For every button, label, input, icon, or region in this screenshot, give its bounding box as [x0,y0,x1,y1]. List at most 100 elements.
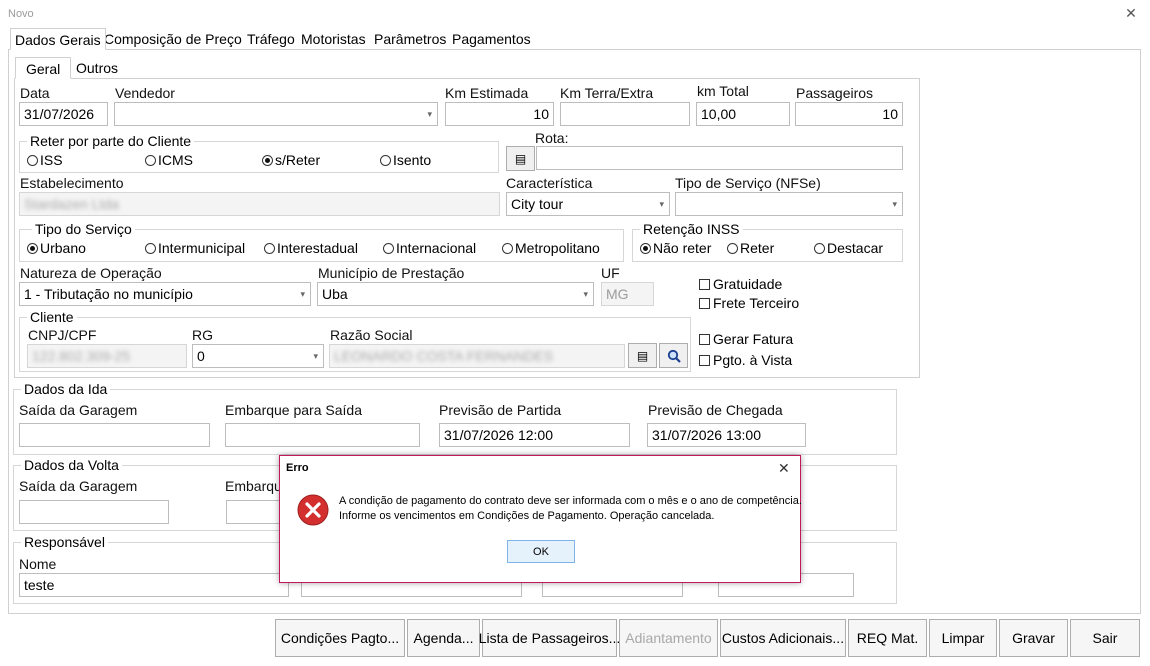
cnpj-field[interactable]: 122.802.309-25 [27,344,187,368]
volta-embarque-field[interactable] [226,500,286,524]
chevron-down-icon[interactable]: ▾ [892,193,897,215]
ida-embarque-field[interactable] [225,423,420,447]
ida-title: Dados da Ida [21,381,111,397]
ok-button[interactable]: OK [507,540,575,563]
ida-embarque-label: Embarque para Saída [225,402,362,418]
estabelecimento-value: Stardazen Ltda [24,196,119,212]
check-gerar-fatura[interactable]: Gerar Fatura [699,331,793,347]
gravar-button[interactable]: Gravar [999,619,1068,657]
passageiros-field[interactable]: 10 [795,102,903,126]
chevron-down-icon[interactable]: ▾ [583,283,588,305]
radio-s-reter[interactable]: s/Reter [262,152,320,168]
tab-motoristas[interactable]: Motoristas [297,28,370,50]
estabelecimento-label: Estabelecimento [20,175,124,191]
retencao-inss-title: Retenção INSS [640,221,743,237]
sair-button[interactable]: Sair [1070,619,1140,657]
caracteristica-label: Característica [506,175,593,191]
check-pgto-vista[interactable]: Pgto. à Vista [699,352,792,368]
list-icon: ▤ [514,151,527,166]
window-title: Novo [8,8,34,20]
cnpj-label: CNPJ/CPF [28,327,97,343]
rota-list-button[interactable]: ▤ [506,146,535,171]
radio-metropolitano[interactable]: Metropolitano [502,240,600,256]
radio-intermunicipal[interactable]: Intermunicipal [145,240,245,256]
estabelecimento-field[interactable]: Stardazen Ltda [19,192,500,216]
vendedor-label: Vendedor [115,85,175,101]
razao-value: LEONARDO COSTA FERNANDES [334,348,554,364]
razao-field[interactable]: LEONARDO COSTA FERNANDES [329,344,625,368]
close-icon[interactable]: ✕ [1124,5,1138,21]
natureza-value: 1 - Tributação no município [24,286,193,302]
volta-saida-field[interactable] [19,500,169,524]
km-total-field[interactable]: 10,00 [696,102,790,126]
tab-composicao-preco[interactable]: Composição de Preço [100,28,246,50]
ida-partida-label: Previsão de Partida [439,402,562,418]
responsavel-nome-field[interactable]: teste [19,573,289,597]
natureza-label: Natureza de Operação [20,265,162,281]
dialog-close-icon[interactable]: ✕ [778,460,790,477]
error-icon [297,494,329,526]
tab-parametros[interactable]: Parâmetros [370,28,450,50]
rota-field[interactable] [536,146,903,170]
custos-adicionais-button[interactable]: Custos Adicionais... [720,619,846,657]
cliente-search-button[interactable] [659,343,688,368]
municipio-label: Município de Prestação [318,265,465,281]
tab-outros[interactable]: Outros [72,57,122,79]
vendedor-combo[interactable]: ▾ [114,102,438,126]
tab-trafego[interactable]: Tráfego [243,28,299,50]
uf-label: UF [601,265,620,281]
radio-reter[interactable]: Reter [727,240,774,256]
ida-chegada-field[interactable]: 31/07/2026 13:00 [647,423,806,447]
tab-geral[interactable]: Geral [15,57,72,79]
ida-chegada-label: Previsão de Chegada [648,402,783,418]
km-estimada-field[interactable]: 10 [445,102,554,126]
km-terra-label: Km Terra/Extra [560,85,654,101]
uf-field[interactable]: MG [601,282,654,306]
adiantamento-button[interactable]: Adiantamento [619,619,718,657]
data-field[interactable]: 31/07/2026 [19,102,108,126]
chevron-down-icon[interactable]: ▾ [427,103,432,125]
rg-label: RG [192,327,213,343]
km-terra-field[interactable] [560,102,690,126]
req-mat-button[interactable]: REQ Mat. [848,619,927,657]
radio-icms[interactable]: ICMS [145,152,193,168]
radio-nao-reter[interactable]: Não reter [640,240,711,256]
ida-partida-field[interactable]: 31/07/2026 12:00 [439,423,630,447]
tipo-servico-title: Tipo do Serviço [32,221,135,237]
lista-passageiros-button[interactable]: Lista de Passageiros... [479,619,620,657]
chevron-down-icon[interactable]: ▾ [300,283,305,305]
caracteristica-combo[interactable]: City tour ▾ [506,192,670,216]
responsavel-title: Responsável [21,534,108,550]
radio-internacional[interactable]: Internacional [383,240,476,256]
error-dialog: Erro ✕ A condição de pagamento do contra… [279,455,802,583]
limpar-button[interactable]: Limpar [929,619,997,657]
ida-saida-label: Saída da Garagem [19,402,138,418]
rg-combo[interactable]: 0 ▾ [192,344,324,368]
agenda-button[interactable]: Agenda... [407,619,480,657]
natureza-combo[interactable]: 1 - Tributação no município ▾ [19,282,311,306]
radio-destacar[interactable]: Destacar [814,240,883,256]
volta-saida-label: Saída da Garagem [19,478,138,494]
check-frete-terceiro[interactable]: Frete Terceiro [699,295,799,311]
radio-urbano[interactable]: Urbano [27,240,86,256]
condicoes-pagto-button[interactable]: Condições Pagto... [275,619,405,657]
rg-value: 0 [197,348,205,364]
cliente-list-button[interactable]: ▤ [628,343,657,368]
dialog-message-line2: Informe os vencimentos em Condições de P… [339,510,715,522]
chevron-down-icon[interactable]: ▾ [313,345,318,367]
km-estimada-label: Km Estimada [445,85,529,101]
ida-saida-field[interactable] [19,423,210,447]
km-total-label: km Total [697,83,749,99]
radio-iss[interactable]: ISS [27,152,63,168]
razao-label: Razão Social [330,327,413,343]
check-gratuidade[interactable]: Gratuidade [699,276,782,292]
tipo-servico-nfse-combo[interactable]: ▾ [675,192,903,216]
data-label: Data [20,85,50,101]
rota-label: Rota: [535,130,569,146]
municipio-combo[interactable]: Uba ▾ [317,282,594,306]
tab-dados-gerais[interactable]: Dados Gerais [10,28,106,50]
tab-pagamentos[interactable]: Pagamentos [448,28,535,50]
chevron-down-icon[interactable]: ▾ [659,193,664,215]
radio-isento[interactable]: Isento [380,152,431,168]
radio-interestadual[interactable]: Interestadual [264,240,358,256]
